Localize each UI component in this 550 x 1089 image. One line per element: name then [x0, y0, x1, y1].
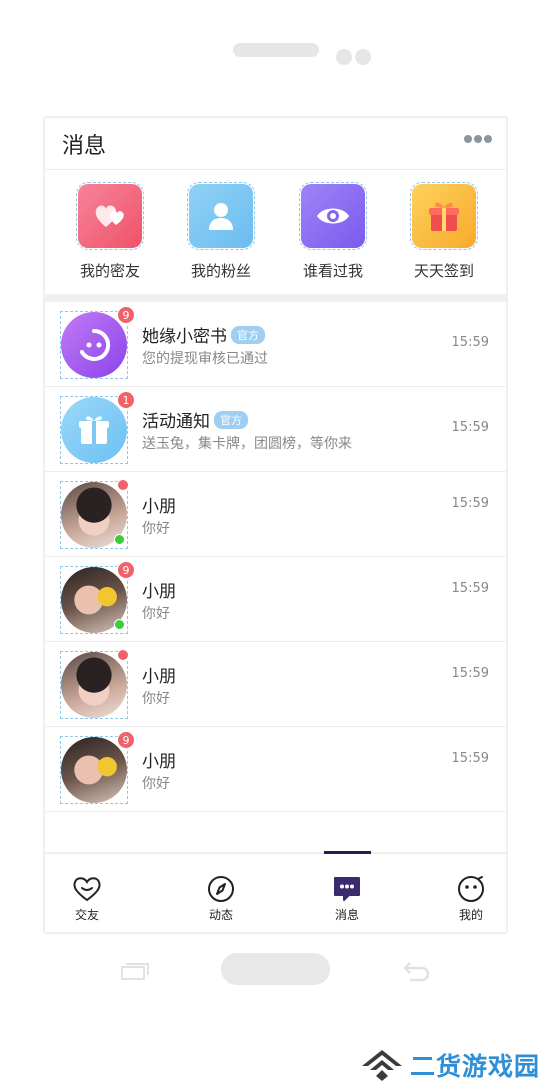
message-row-activity-notice[interactable]: 1 活动通知 官方 送玉兔，集卡牌，团圆榜，等你来 15:59	[45, 387, 506, 472]
page-title: 消息	[62, 134, 107, 159]
watermark-logo-icon	[361, 1050, 402, 1081]
unread-count-badge: 1	[117, 391, 135, 409]
message-time: 15:59	[451, 666, 489, 681]
chat-bubble-icon	[332, 874, 362, 904]
message-preview: 您的提现审核已通过	[142, 351, 268, 367]
avatar	[60, 649, 129, 719]
tab-moments[interactable]: 动态	[181, 854, 261, 932]
unread-count-badge: 9	[117, 731, 135, 749]
unread-dot	[117, 649, 129, 661]
eye-icon	[299, 182, 367, 250]
quick-action-label: 我的粉丝	[190, 262, 251, 280]
gift-box-icon	[410, 182, 478, 250]
quick-action-fans[interactable]: 我的粉丝	[171, 182, 271, 281]
message-row-official-assistant[interactable]: 9 她缘小密书 官方 您的提现审核已通过 15:59	[45, 302, 506, 387]
message-time: 15:59	[451, 335, 489, 350]
phone-speaker	[233, 43, 319, 57]
message-time: 15:59	[451, 420, 489, 435]
message-row-user[interactable]: 9 小朋 你好 15:59	[45, 557, 506, 642]
message-row-user[interactable]: 小朋 你好 15:59	[45, 472, 506, 557]
message-time: 15:59	[451, 751, 489, 766]
avatar: 9	[60, 731, 135, 804]
tab-make-friends[interactable]: 交友	[47, 854, 127, 932]
avatar: 9	[60, 561, 135, 634]
contact-name: 小朋	[142, 582, 176, 602]
quick-actions: 我的密友 我的粉丝 谁看过我 天天签到	[45, 170, 506, 294]
gift-icon	[61, 397, 127, 463]
message-preview: 你好	[142, 776, 170, 792]
quick-action-checkin[interactable]: 天天签到	[394, 182, 494, 281]
quick-action-label: 天天签到	[413, 262, 474, 280]
watermark-text: 二货游戏园	[409, 1052, 540, 1081]
person-icon	[187, 182, 255, 250]
face-icon	[456, 874, 486, 904]
message-row-user[interactable]: 9 小朋 你好 15:59	[45, 727, 506, 812]
tab-me[interactable]: 我的	[431, 854, 506, 932]
home-button[interactable]	[221, 953, 330, 985]
hearts-icon	[76, 182, 144, 250]
assistant-chat-icon	[61, 312, 127, 378]
recent-apps-icon[interactable]	[121, 962, 149, 980]
quick-action-visitors[interactable]: 谁看过我	[283, 182, 383, 281]
message-preview: 你好	[142, 691, 170, 707]
header: 消息	[45, 118, 506, 170]
phone-camera	[336, 49, 352, 65]
tab-label: 我的	[458, 908, 483, 922]
more-dots-icon[interactable]	[464, 135, 492, 143]
tab-label: 消息	[334, 908, 359, 922]
contact-name: 小朋	[142, 667, 176, 687]
unread-count-badge: 9	[117, 306, 135, 324]
unread-count-badge: 9	[117, 561, 135, 579]
contact-name: 活动通知	[142, 412, 210, 432]
quick-action-label: 我的密友	[79, 262, 140, 280]
contact-name-line: 她缘小密书 官方	[142, 322, 265, 347]
online-status-dot	[114, 534, 125, 545]
user-photo	[61, 652, 127, 718]
message-preview: 你好	[142, 606, 170, 622]
message-time: 15:59	[451, 581, 489, 596]
tab-messages[interactable]: 消息	[307, 854, 387, 932]
compass-icon	[206, 874, 236, 904]
quick-action-label: 谁看过我	[302, 262, 363, 280]
bottom-tab-bar: 交友 动态 消息 我的	[45, 851, 506, 932]
section-divider	[45, 294, 506, 302]
app-screen: 消息 我的密友 我的粉丝 谁看过我 天天签到 9 她缘小密书 官方 您的提现审核…	[43, 116, 508, 934]
phone-sensor	[355, 49, 371, 65]
user-photo	[61, 737, 127, 803]
contact-name: 她缘小密书	[142, 327, 227, 347]
quick-action-close-friends[interactable]: 我的密友	[60, 182, 160, 281]
online-status-dot	[114, 619, 125, 630]
official-tag: 官方	[214, 410, 248, 429]
heart-outline-icon	[72, 874, 102, 904]
tab-label: 交友	[74, 908, 99, 922]
official-tag: 官方	[231, 325, 265, 344]
message-preview: 你好	[142, 521, 170, 537]
contact-name: 小朋	[142, 752, 176, 772]
message-preview: 送玉兔，集卡牌，团圆榜，等你来	[142, 436, 352, 452]
contact-name-line: 活动通知 官方	[142, 407, 248, 432]
avatar: 9	[60, 306, 135, 379]
back-arrow-icon[interactable]	[400, 960, 430, 982]
contact-name: 小朋	[142, 497, 176, 517]
avatar	[60, 479, 129, 549]
tab-label: 动态	[208, 908, 233, 922]
unread-dot	[117, 479, 129, 491]
watermark: 二货游戏园	[360, 1047, 540, 1083]
avatar: 1	[60, 391, 135, 464]
message-time: 15:59	[451, 496, 489, 511]
message-row-user[interactable]: 小朋 你好 15:59	[45, 642, 506, 727]
